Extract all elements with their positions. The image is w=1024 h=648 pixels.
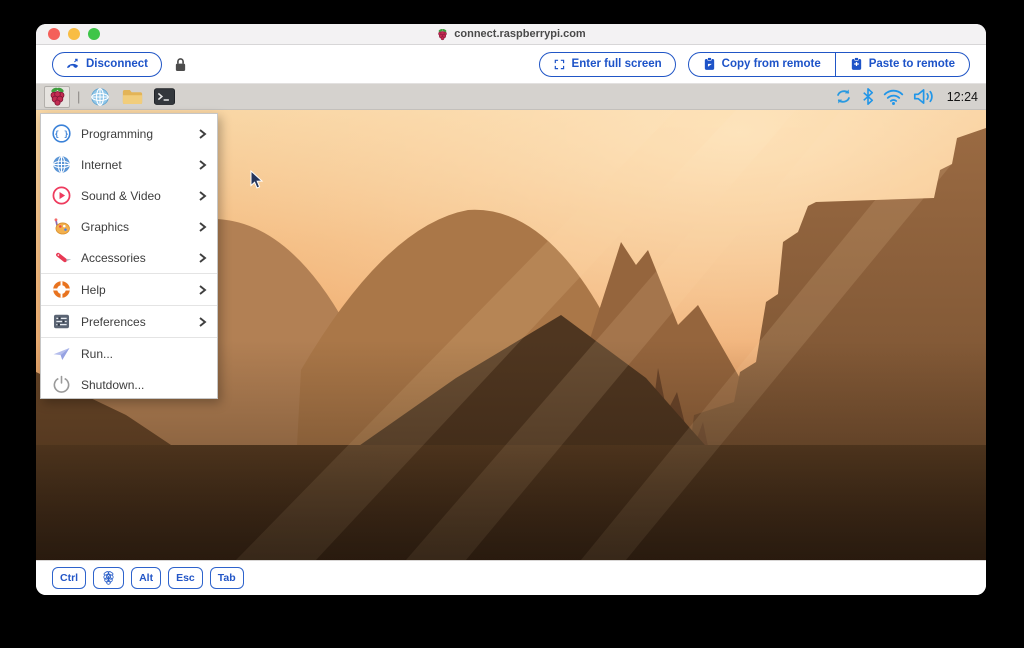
sound-video-icon xyxy=(51,186,71,206)
internet-icon xyxy=(51,155,71,175)
application-menu: { } Programming xyxy=(40,113,218,399)
file-manager-button[interactable] xyxy=(119,86,145,108)
file-manager-icon xyxy=(122,88,143,106)
menu-item-graphics[interactable]: Graphics xyxy=(41,211,217,242)
copy-from-remote-button[interactable]: Copy from remote xyxy=(689,53,835,76)
raspberry-menu-icon xyxy=(47,86,68,107)
zoom-window-button[interactable] xyxy=(88,28,100,40)
shutdown-icon xyxy=(51,375,71,395)
copy-clipboard-icon xyxy=(703,57,716,71)
phone-disconnect-icon xyxy=(66,57,80,71)
lock-icon xyxy=(174,57,187,72)
connect-toolbar: Disconnect Enter full screen Copy from xyxy=(36,45,986,84)
volume-icon[interactable] xyxy=(913,88,936,105)
raspberry-key-icon xyxy=(101,570,116,586)
macos-titlebar: connect.raspberrypi.com xyxy=(36,24,986,45)
ctrl-key-button[interactable]: Ctrl xyxy=(52,567,86,589)
chevron-right-icon xyxy=(198,160,207,170)
programming-icon: { } xyxy=(51,124,71,144)
esc-key-button[interactable]: Esc xyxy=(168,567,203,589)
sync-icon[interactable] xyxy=(834,88,853,105)
connect-window: connect.raspberrypi.com Disconnect Enter… xyxy=(36,24,986,595)
expand-icon xyxy=(553,58,566,71)
menu-item-programming[interactable]: { } Programming xyxy=(41,118,217,149)
menu-item-sound-video[interactable]: Sound & Video xyxy=(41,180,217,211)
paste-clipboard-icon xyxy=(850,57,863,71)
menu-item-internet[interactable]: Internet xyxy=(41,149,217,180)
menu-item-help[interactable]: Help xyxy=(41,274,217,305)
chevron-right-icon xyxy=(198,253,207,263)
pi-panel: | xyxy=(36,84,986,110)
raspberry-menu-button[interactable] xyxy=(44,86,70,108)
tab-key-button[interactable]: Tab xyxy=(210,567,244,589)
raspberry-key-button[interactable] xyxy=(93,567,124,589)
paste-to-remote-button[interactable]: Paste to remote xyxy=(835,53,969,76)
help-icon xyxy=(51,280,71,300)
menu-item-preferences[interactable]: Preferences xyxy=(41,306,217,337)
terminal-button[interactable] xyxy=(151,86,177,108)
chevron-right-icon xyxy=(198,317,207,327)
chevron-right-icon xyxy=(198,129,207,139)
minimize-window-button[interactable] xyxy=(68,28,80,40)
menu-item-shutdown[interactable]: Shutdown... xyxy=(41,369,217,400)
menu-item-accessories[interactable]: Accessories xyxy=(41,242,217,273)
accessories-icon xyxy=(51,248,71,268)
alt-key-button[interactable]: Alt xyxy=(131,567,161,589)
terminal-icon xyxy=(154,88,175,105)
chevron-right-icon xyxy=(198,222,207,232)
wifi-icon[interactable] xyxy=(883,89,904,105)
mouse-cursor xyxy=(250,170,264,190)
clipboard-button-group: Copy from remote Paste to remote xyxy=(688,52,970,77)
bluetooth-icon[interactable] xyxy=(862,88,874,105)
web-browser-button[interactable] xyxy=(87,86,113,108)
graphics-icon xyxy=(51,217,71,237)
panel-separator: | xyxy=(77,89,80,104)
menu-item-run[interactable]: Run... xyxy=(41,338,217,369)
chevron-right-icon xyxy=(198,285,207,295)
svg-text:{ }: { } xyxy=(54,130,69,139)
remote-desktop-screen[interactable]: | xyxy=(36,84,986,560)
window-title: connect.raspberrypi.com xyxy=(454,28,585,40)
virtual-key-bar: Ctrl Alt Esc Tab xyxy=(36,560,986,595)
enter-full-screen-button[interactable]: Enter full screen xyxy=(539,52,676,77)
preferences-icon xyxy=(51,312,71,332)
panel-clock: 12:24 xyxy=(947,90,978,104)
disconnect-button[interactable]: Disconnect xyxy=(52,52,162,77)
chevron-right-icon xyxy=(198,191,207,201)
raspberry-favicon xyxy=(436,28,449,41)
web-browser-icon xyxy=(90,87,110,107)
run-icon xyxy=(51,344,71,364)
close-window-button[interactable] xyxy=(48,28,60,40)
